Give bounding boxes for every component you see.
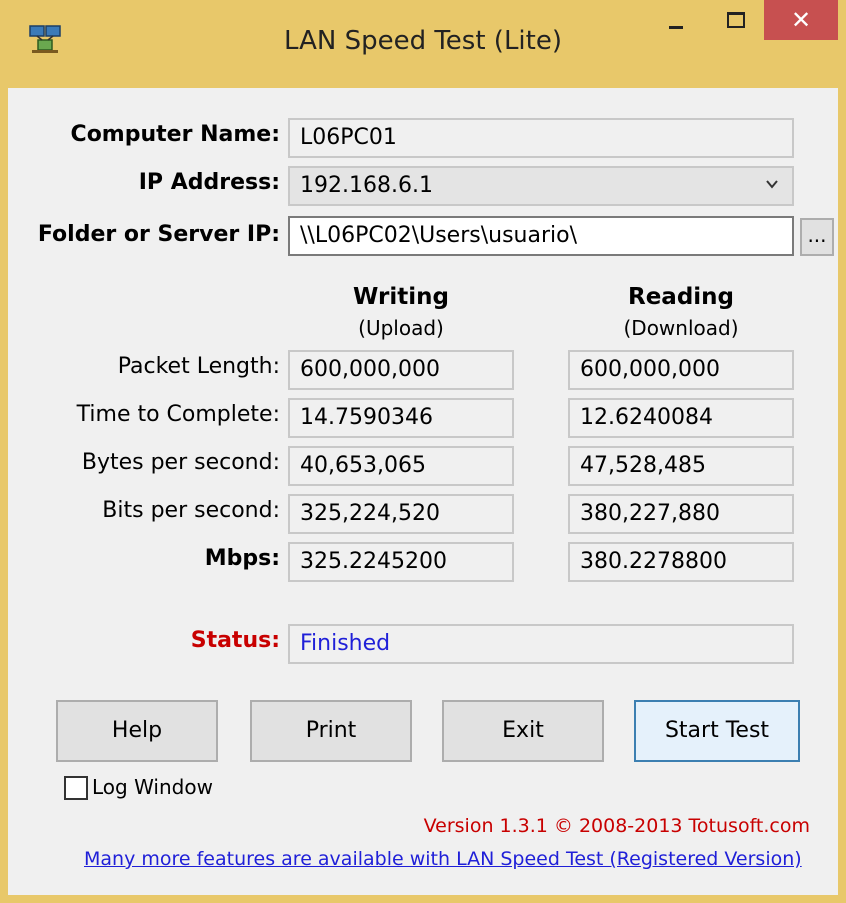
minimize-button[interactable] [646,0,706,40]
bits-per-second-writing: 325,224,520 [288,494,514,534]
computer-name-label: Computer Name: [70,122,280,147]
ip-address-label: IP Address: [138,170,280,195]
time-to-complete-label: Time to Complete: [76,402,280,427]
time-to-complete-reading: 12.6240084 [568,398,794,438]
version-text: Version 1.3.1 © 2008-2013 Totusoft.com [423,815,810,837]
log-window-label[interactable]: Log Window [92,775,213,799]
bits-per-second-reading: 380,227,880 [568,494,794,534]
time-to-complete-writing: 14.7590346 [288,398,514,438]
bytes-per-second-label: Bytes per second: [81,450,280,475]
exit-button[interactable]: Exit [442,700,604,762]
mbps-writing: 325.2245200 [288,542,514,582]
ip-address-value: 192.168.6.1 [300,173,433,198]
print-button[interactable]: Print [250,700,412,762]
computer-name-field[interactable]: L06PC01 [288,118,794,158]
maximize-button[interactable] [706,0,766,40]
packet-length-label: Packet Length: [117,354,280,379]
chevron-down-icon [766,180,778,189]
bits-per-second-label: Bits per second: [102,498,280,523]
status-field: Finished [288,624,794,664]
close-button[interactable]: ✕ [764,0,838,40]
registered-version-link[interactable]: Many more features are available with LA… [84,848,802,870]
writing-header: Writing [353,284,449,310]
close-icon: ✕ [790,6,812,34]
mbps-reading: 380.2278800 [568,542,794,582]
folder-server-label: Folder or Server IP: [37,222,280,247]
minimize-icon [669,25,683,29]
writing-subheader: (Upload) [358,316,444,340]
status-label: Status: [190,628,280,653]
help-button[interactable]: Help [56,700,218,762]
reading-subheader: (Download) [623,316,739,340]
maximize-icon [727,12,745,28]
main-panel: Computer Name: L06PC01 IP Address: 192.1… [8,88,838,895]
reading-header: Reading [627,284,734,310]
browse-button[interactable]: ... [800,218,834,256]
packet-length-reading: 600,000,000 [568,350,794,390]
bytes-per-second-reading: 47,528,485 [568,446,794,486]
ip-address-select[interactable]: 192.168.6.1 [288,166,794,206]
start-test-button[interactable]: Start Test [634,700,800,762]
title-bar[interactable]: LAN Speed Test (Lite) ✕ [0,0,846,88]
mbps-label: Mbps: [204,546,280,571]
log-window-checkbox[interactable] [64,776,88,800]
packet-length-writing: 600,000,000 [288,350,514,390]
app-window: LAN Speed Test (Lite) ✕ Computer Name: L… [0,0,846,903]
folder-server-input[interactable]: \\L06PC02\Users\usuario\ [288,216,794,256]
bytes-per-second-writing: 40,653,065 [288,446,514,486]
